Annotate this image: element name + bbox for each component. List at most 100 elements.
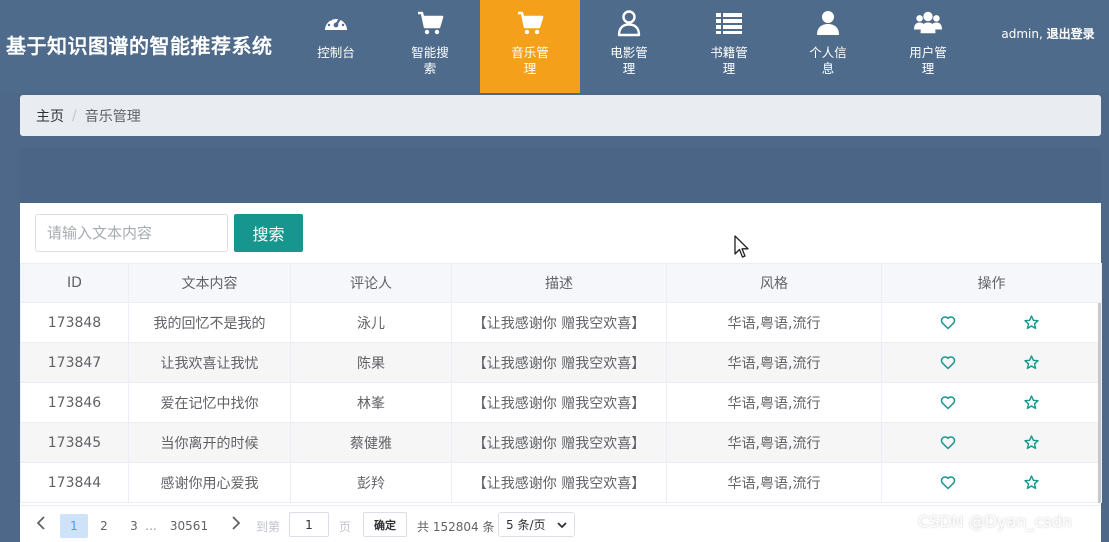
cell-reviewer: 陈果	[290, 342, 452, 383]
users-icon	[914, 9, 942, 37]
nav-label: 用户管理	[909, 45, 947, 76]
cell-style: 华语,粤语,流行	[666, 342, 882, 383]
cell-description: 【让我感谢你 赠我空欢喜】	[451, 342, 667, 383]
star-icon[interactable]	[1024, 315, 1039, 334]
column-header-reviewer: 评论人	[290, 263, 452, 303]
table-row: 173844 感谢你用心爱我 彭羚 【让我感谢你 赠我空欢喜】 华语,粤语,流行	[20, 462, 1102, 503]
nav-label: 音乐管理	[511, 45, 549, 76]
heart-icon[interactable]	[940, 475, 956, 494]
heart-icon[interactable]	[940, 355, 956, 374]
user-area: admin, 退出登录	[998, 26, 1098, 42]
cell-description: 【让我感谢你 赠我空欢喜】	[451, 382, 667, 423]
list-icon	[715, 9, 743, 37]
star-icon[interactable]	[1024, 475, 1039, 494]
table-row: 173846 爱在记忆中找你 林峯 【让我感谢你 赠我空欢喜】 华语,粤语,流行	[20, 382, 1102, 423]
nav-label: 控制台	[317, 45, 355, 60]
nav-item-dashboard[interactable]: 控制台	[286, 0, 386, 93]
cell-id: 173847	[20, 342, 129, 383]
cell-reviewer: 彭羚	[290, 462, 452, 503]
heart-icon[interactable]	[940, 435, 956, 454]
cell-description: 【让我感谢你 赠我空欢喜】	[451, 422, 667, 463]
breadcrumb-current: 音乐管理	[84, 108, 141, 125]
watermark: CSDN @Dyan_csdn	[918, 512, 1072, 531]
cell-id: 173846	[20, 382, 129, 423]
goto-confirm-button[interactable]: 确定	[363, 512, 407, 537]
heart-icon[interactable]	[940, 315, 956, 334]
nav-item-movie-management[interactable]: 电影管理	[579, 0, 679, 93]
nav-item-personal-info[interactable]: 个人信息	[778, 0, 878, 93]
cell-style: 华语,粤语,流行	[666, 382, 882, 423]
logout-link[interactable]: 退出登录	[1047, 27, 1095, 41]
page-number-1[interactable]: 1	[60, 514, 88, 538]
goto-page-input[interactable]	[289, 512, 329, 537]
star-icon[interactable]	[1024, 435, 1039, 454]
goto-label: 到第	[256, 520, 281, 534]
cell-actions	[881, 342, 1102, 383]
table-row: 173845 当你离开的时候 蔡健雅 【让我感谢你 赠我空欢喜】 华语,粤语,流…	[20, 422, 1102, 463]
cell-style: 华语,粤语,流行	[666, 302, 882, 343]
nav-item-book-management[interactable]: 书籍管理	[679, 0, 779, 93]
top-navbar: 基于知识图谱的智能推荐系统 控制台 智能搜索 音乐管理 电影管理 书籍管理 个人…	[0, 0, 1109, 93]
total-count: 共 152804 条	[417, 520, 495, 534]
column-header-text: 文本内容	[128, 263, 291, 303]
table-row: 173848 我的回忆不是我的 泳儿 【让我感谢你 赠我空欢喜】 华语,粤语,流…	[20, 302, 1102, 343]
nav-label: 电影管理	[610, 45, 648, 76]
table-row: 173847 让我欢喜让我忧 陈果 【让我感谢你 赠我空欢喜】 华语,粤语,流行	[20, 342, 1102, 383]
cell-actions	[881, 462, 1102, 503]
chevron-down-icon	[556, 519, 568, 534]
search-input[interactable]	[35, 214, 228, 252]
breadcrumb-separator: /	[72, 107, 77, 124]
user-icon	[814, 9, 842, 37]
music-table: ID 文本内容 评论人 描述 风格 操作 173848 我的回忆不是我的 泳儿 …	[20, 263, 1102, 503]
page-number-last[interactable]: 30561	[167, 514, 211, 538]
cell-actions	[881, 302, 1102, 343]
column-header-actions: 操作	[881, 263, 1102, 303]
column-header-description: 描述	[451, 263, 667, 303]
cell-actions	[881, 422, 1102, 463]
nav-label: 书籍管理	[710, 45, 748, 76]
table-header-row: ID 文本内容 评论人 描述 风格 操作	[20, 263, 1102, 303]
cell-text: 当你离开的时候	[128, 422, 291, 463]
username: admin,	[1001, 27, 1043, 41]
cell-id: 173844	[20, 462, 129, 503]
cell-description: 【让我感谢你 赠我空欢喜】	[451, 302, 667, 343]
nav-item-smart-search[interactable]: 智能搜索	[380, 0, 480, 93]
dashboard-icon	[322, 9, 350, 37]
breadcrumb-home[interactable]: 主页	[36, 106, 64, 126]
cell-reviewer: 蔡健雅	[290, 422, 452, 463]
mouse-cursor-icon	[734, 235, 750, 263]
page-size-value: 5 条/页	[506, 518, 546, 532]
column-header-style: 风格	[666, 263, 882, 303]
cell-text: 让我欢喜让我忧	[128, 342, 291, 383]
search-button[interactable]: 搜索	[234, 214, 303, 252]
next-page-icon[interactable]	[229, 515, 243, 534]
app-title: 基于知识图谱的智能推荐系统	[6, 34, 273, 58]
cart-icon	[516, 9, 544, 37]
cell-reviewer: 泳儿	[290, 302, 452, 343]
heart-icon[interactable]	[940, 395, 956, 414]
column-header-id: ID	[20, 263, 129, 303]
breadcrumb: 主页 / 音乐管理	[20, 95, 1101, 136]
cell-text: 感谢你用心爱我	[128, 462, 291, 503]
cell-text: 我的回忆不是我的	[128, 302, 291, 343]
page-size-select[interactable]: 5 条/页	[498, 512, 575, 537]
page-unit-label: 页	[339, 520, 352, 534]
cell-text: 爱在记忆中找你	[128, 382, 291, 423]
nav-item-music-management[interactable]: 音乐管理	[480, 0, 580, 93]
star-icon[interactable]	[1024, 395, 1039, 414]
cart-icon	[416, 9, 444, 37]
star-icon[interactable]	[1024, 355, 1039, 374]
nav-label: 个人信息	[809, 45, 847, 76]
cell-id: 173845	[20, 422, 129, 463]
prev-page-icon[interactable]	[34, 515, 48, 534]
cell-style: 华语,粤语,流行	[666, 462, 882, 503]
page-ellipsis[interactable]: ...	[141, 514, 161, 538]
nav-item-user-management[interactable]: 用户管理	[878, 0, 978, 93]
cell-style: 华语,粤语,流行	[666, 422, 882, 463]
cell-id: 173848	[20, 302, 129, 343]
page-number-2[interactable]: 2	[90, 514, 118, 538]
music-table-card: 搜索 ID 文本内容 评论人 描述 风格 操作 173848 我的回忆不是我的	[20, 203, 1102, 542]
table-scrollbar[interactable]	[1098, 303, 1101, 503]
nav-label: 智能搜索	[411, 45, 449, 76]
cell-reviewer: 林峯	[290, 382, 452, 423]
